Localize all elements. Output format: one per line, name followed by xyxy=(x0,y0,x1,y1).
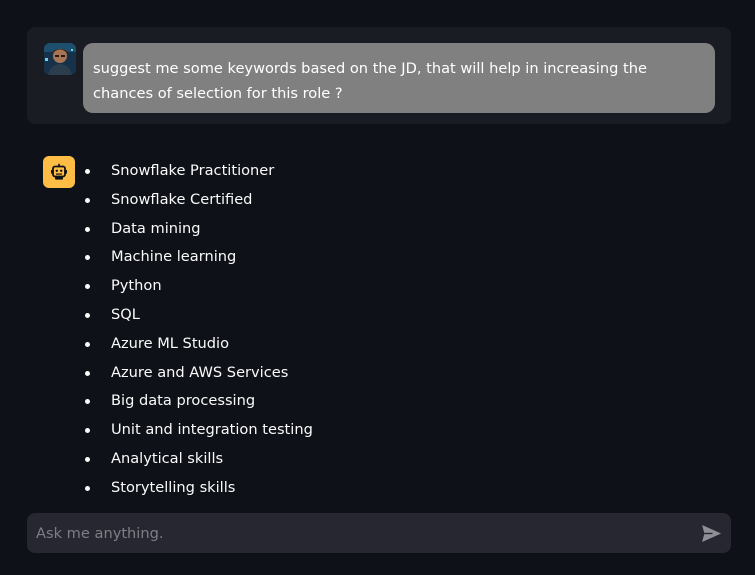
user-message: suggest me some keywords based on the JD… xyxy=(27,27,731,124)
list-item: Snowflake Practitioner xyxy=(84,157,313,186)
list-item: Data mining xyxy=(84,215,313,244)
list-item: SQL xyxy=(84,301,313,330)
send-button[interactable] xyxy=(701,523,721,543)
list-item: Azure ML Studio xyxy=(84,330,313,359)
user-message-text: suggest me some keywords based on the JD… xyxy=(83,43,715,113)
chat-input[interactable] xyxy=(27,513,677,553)
list-item: Snowflake Certified xyxy=(84,186,313,215)
list-item: Analytical skills xyxy=(84,445,313,474)
list-item: Machine learning xyxy=(84,243,313,272)
list-item: Storytelling skills xyxy=(84,474,313,503)
list-item: Python xyxy=(84,272,313,301)
robot-icon xyxy=(43,156,75,188)
assistant-message-list: Snowflake Practitioner Snowflake Certifi… xyxy=(84,157,313,503)
send-icon xyxy=(701,524,721,542)
chat-input-container xyxy=(27,513,731,553)
list-item: Big data processing xyxy=(84,387,313,416)
user-avatar-icon xyxy=(44,43,76,75)
list-item: Unit and integration testing xyxy=(84,416,313,445)
list-item: Azure and AWS Services xyxy=(84,359,313,388)
chat-app: suggest me some keywords based on the JD… xyxy=(0,0,755,575)
